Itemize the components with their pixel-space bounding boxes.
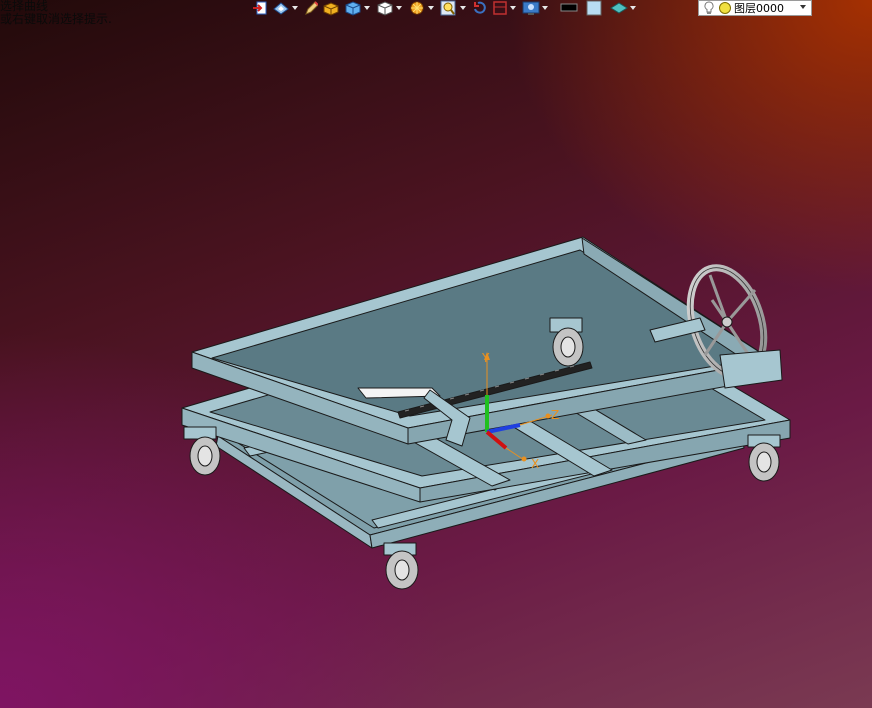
- caster-front-left[interactable]: [183, 426, 221, 476]
- axis-x-label: X: [531, 457, 539, 471]
- caster-front-right[interactable]: [747, 434, 781, 482]
- axis-z-label: Z: [551, 408, 559, 422]
- axis-y-label: Y: [481, 351, 490, 365]
- caster-bottom[interactable]: [383, 542, 419, 590]
- model-view[interactable]: Y Z X: [0, 0, 872, 708]
